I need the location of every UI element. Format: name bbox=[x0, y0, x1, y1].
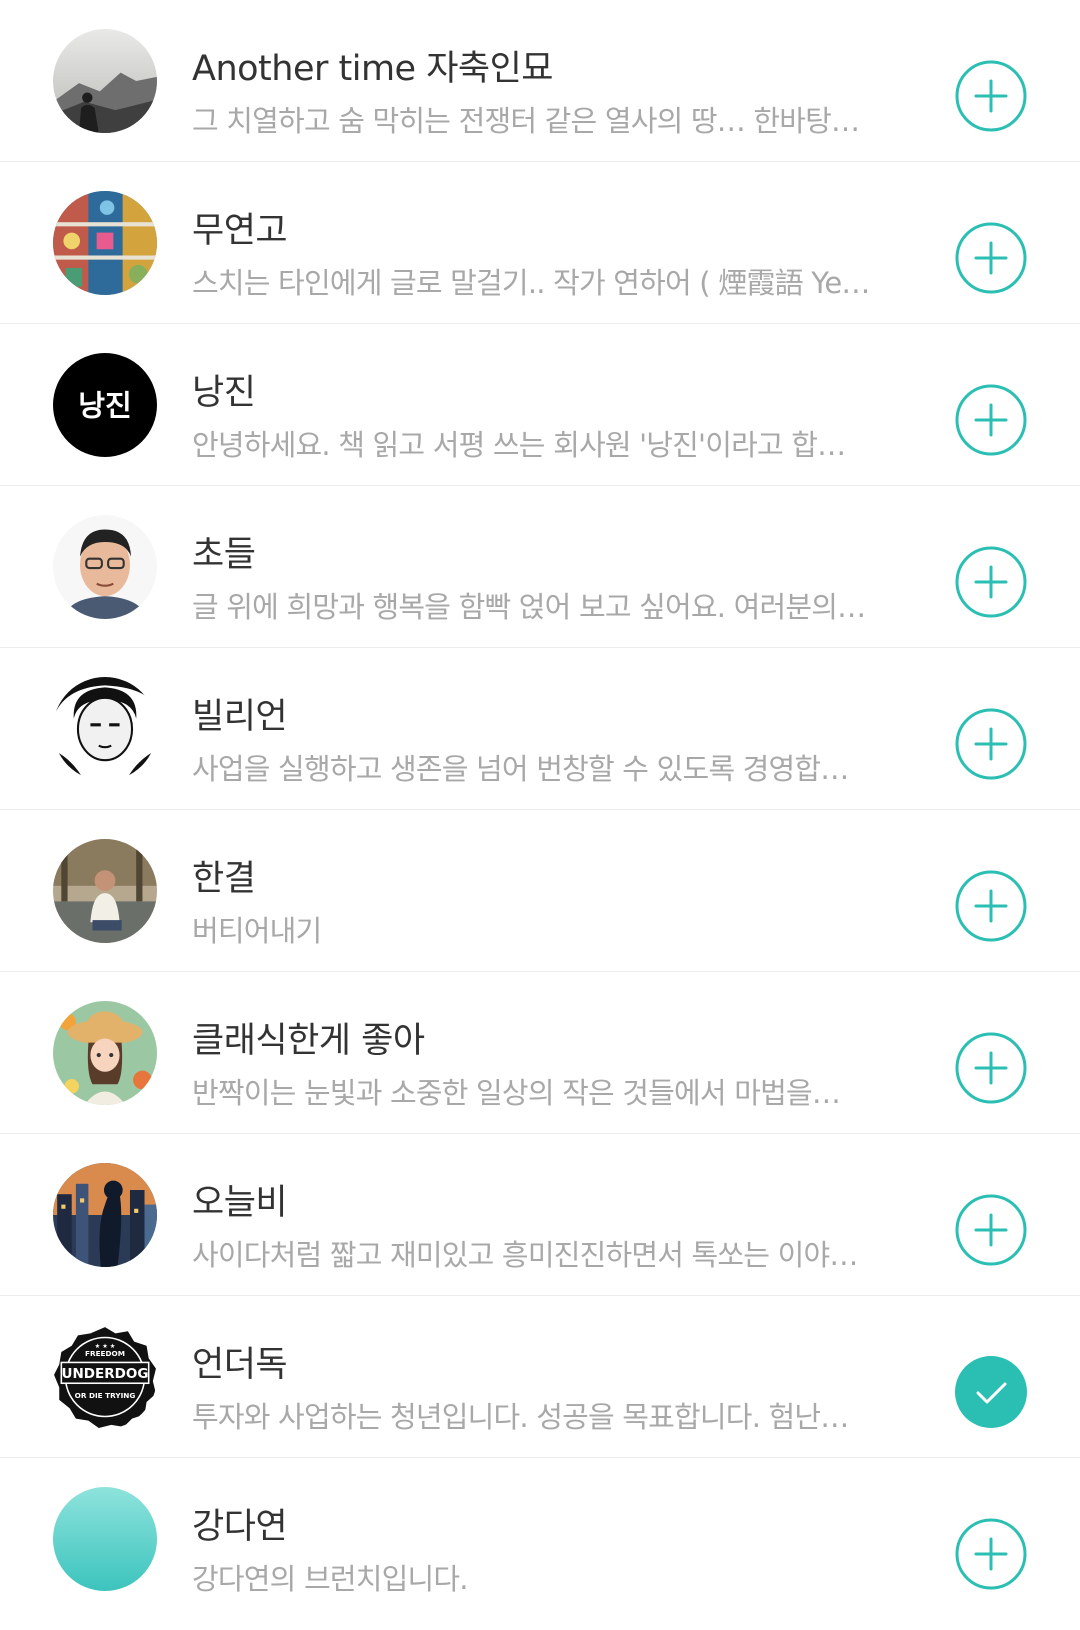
writer-row[interactable]: 클래식한게 좋아 반짝이는 눈빛과 소중한 일상의 작은 것들에서 마법을… bbox=[0, 972, 1080, 1134]
subscribe-button[interactable] bbox=[955, 60, 1027, 132]
writer-row[interactable]: 오늘비 사이다처럼 짧고 재미있고 흥미진진하면서 톡쏘는 이야… bbox=[0, 1134, 1080, 1296]
avatar-logo-text: 낭진 bbox=[78, 388, 132, 422]
avatar[interactable] bbox=[53, 1001, 157, 1105]
check-circle-icon bbox=[955, 1356, 1027, 1428]
plus-circle-icon bbox=[955, 1194, 1027, 1266]
badge-bottom-text: OR DIE TRYING bbox=[75, 1391, 136, 1400]
plus-circle-icon bbox=[955, 60, 1027, 132]
avatar[interactable]: 낭진 bbox=[53, 353, 157, 457]
subscribed-button[interactable] bbox=[955, 1356, 1027, 1428]
avatar[interactable] bbox=[53, 515, 157, 619]
writer-description: 그 치열하고 숨 막히는 전쟁터 같은 열사의 땅… 한바탕… bbox=[192, 104, 860, 138]
writer-list: Another time 자축인묘 그 치열하고 숨 막히는 전쟁터 같은 열사… bbox=[0, 0, 1080, 1630]
badge-main-text: UNDERDOG bbox=[62, 1366, 149, 1382]
writer-description: 반짝이는 눈빛과 소중한 일상의 작은 것들에서 마법을… bbox=[192, 1076, 841, 1110]
writer-description: 안녕하세요. 책 읽고 서평 쓰는 회사원 '낭진'이라고 합… bbox=[192, 428, 846, 462]
writer-name: 낭진 bbox=[192, 373, 256, 413]
writer-description: 스치는 타인에게 글로 말걸기.. 작가 연하어 ( 煙霞語 Ye… bbox=[192, 266, 870, 300]
writer-description: 사업을 실행하고 생존을 넘어 번창할 수 있도록 경영합… bbox=[192, 752, 849, 786]
writer-row[interactable]: 초들 글 위에 희망과 행복을 함빡 얹어 보고 싶어요. 여러분의… bbox=[0, 486, 1080, 648]
writer-name: Another time 자축인묘 bbox=[192, 49, 554, 89]
writer-name: 강다연 bbox=[192, 1507, 288, 1547]
plus-circle-icon bbox=[955, 1032, 1027, 1104]
writer-description: 사이다처럼 짧고 재미있고 흥미진진하면서 톡쏘는 이야… bbox=[192, 1238, 858, 1272]
avatar[interactable] bbox=[53, 1163, 157, 1267]
writer-description: 글 위에 희망과 행복을 함빡 얹어 보고 싶어요. 여러분의… bbox=[192, 590, 866, 624]
avatar[interactable] bbox=[53, 191, 157, 295]
avatar[interactable]: FREEDOM UNDERDOG OR DIE TRYING ★ ★ ★ bbox=[53, 1325, 157, 1429]
writer-description: 투자와 사업하는 청년입니다. 성공을 목표합니다. 험난… bbox=[192, 1400, 849, 1434]
subscribe-button[interactable] bbox=[955, 1194, 1027, 1266]
plus-circle-icon bbox=[955, 870, 1027, 942]
subscribe-button[interactable] bbox=[955, 1518, 1027, 1590]
writer-name: 오늘비 bbox=[192, 1183, 288, 1223]
star-icon: ★ ★ ★ bbox=[95, 1343, 116, 1350]
avatar[interactable] bbox=[53, 839, 157, 943]
avatar[interactable] bbox=[53, 29, 157, 133]
writer-row[interactable]: 빌리언 사업을 실행하고 생존을 넘어 번창할 수 있도록 경영합… bbox=[0, 648, 1080, 810]
badge-top-text: FREEDOM bbox=[85, 1349, 125, 1358]
avatar[interactable] bbox=[53, 677, 157, 781]
plus-circle-icon bbox=[955, 384, 1027, 456]
plus-circle-icon bbox=[955, 708, 1027, 780]
writer-row[interactable]: 낭진 낭진 안녕하세요. 책 읽고 서평 쓰는 회사원 '낭진'이라고 합… bbox=[0, 324, 1080, 486]
writer-row[interactable]: 한결 버티어내기 bbox=[0, 810, 1080, 972]
subscribe-button[interactable] bbox=[955, 546, 1027, 618]
writer-row[interactable]: FREEDOM UNDERDOG OR DIE TRYING ★ ★ ★ 언더독… bbox=[0, 1296, 1080, 1458]
avatar[interactable] bbox=[53, 1487, 157, 1591]
writer-description: 강다연의 브런치입니다. bbox=[192, 1562, 468, 1596]
writer-row[interactable]: 강다연 강다연의 브런치입니다. bbox=[0, 1458, 1080, 1620]
writer-row[interactable]: 무연고 스치는 타인에게 글로 말걸기.. 작가 연하어 ( 煙霞語 Ye… bbox=[0, 162, 1080, 324]
plus-circle-icon bbox=[955, 222, 1027, 294]
subscribe-button[interactable] bbox=[955, 870, 1027, 942]
writer-name: 한결 bbox=[192, 859, 256, 899]
plus-circle-icon bbox=[955, 1518, 1027, 1590]
writer-name: 빌리언 bbox=[192, 697, 288, 737]
subscribe-button[interactable] bbox=[955, 1032, 1027, 1104]
writer-name: 초들 bbox=[192, 535, 256, 575]
subscribe-button[interactable] bbox=[955, 708, 1027, 780]
subscribe-button[interactable] bbox=[955, 384, 1027, 456]
writer-name: 클래식한게 좋아 bbox=[192, 1021, 425, 1061]
writer-row[interactable]: Another time 자축인묘 그 치열하고 숨 막히는 전쟁터 같은 열사… bbox=[0, 0, 1080, 162]
subscribe-button[interactable] bbox=[955, 222, 1027, 294]
writer-description: 버티어내기 bbox=[192, 914, 322, 948]
writer-name: 무연고 bbox=[192, 211, 288, 251]
writer-name: 언더독 bbox=[192, 1345, 288, 1385]
plus-circle-icon bbox=[955, 546, 1027, 618]
